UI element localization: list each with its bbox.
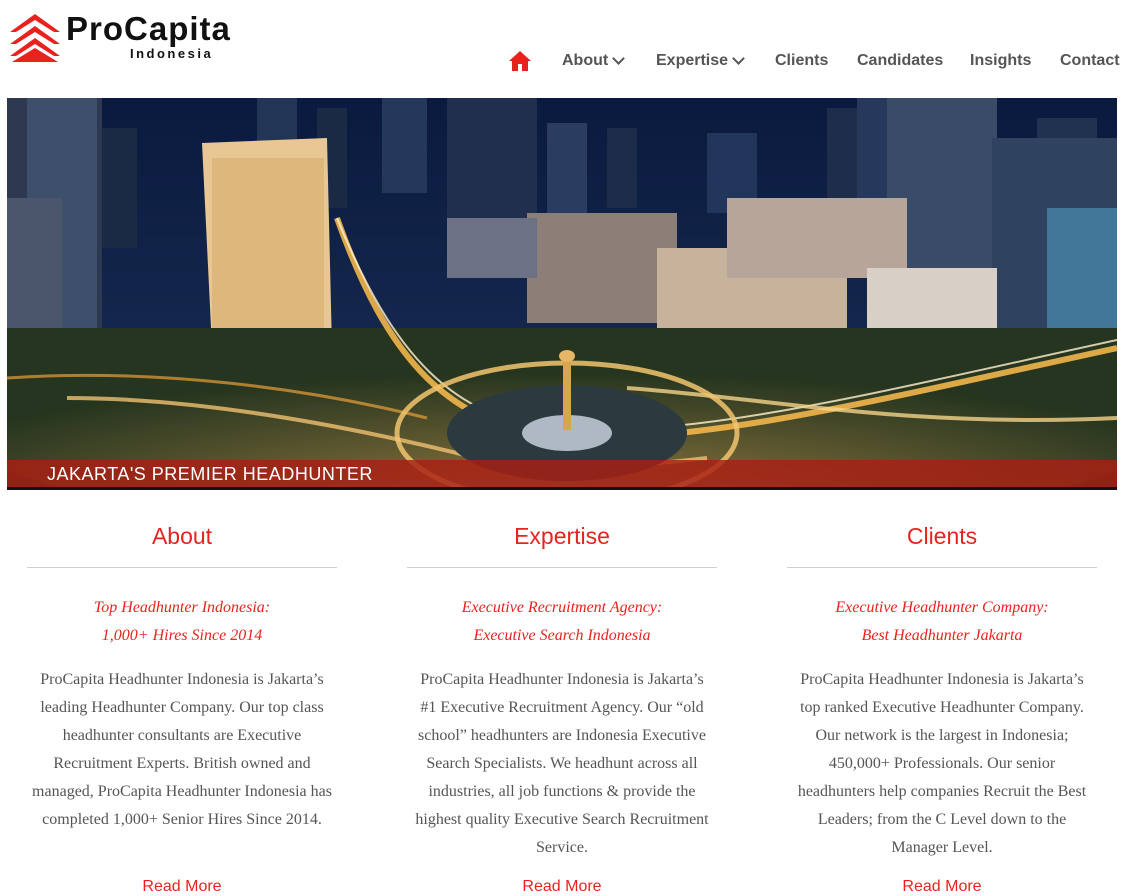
- nav-candidates[interactable]: Candidates: [857, 52, 943, 70]
- chevron-down-icon: [612, 52, 626, 65]
- clients-read-more-link[interactable]: Read More: [787, 878, 1097, 896]
- nav-about[interactable]: About: [562, 52, 626, 70]
- about-title: About: [151, 523, 213, 549]
- expertise-column: Expertise Executive Recruitment Agency: …: [407, 520, 717, 862]
- clients-column: Clients Executive Headhunter Company: Be…: [787, 520, 1097, 862]
- about-read-more-link[interactable]: Read More: [27, 878, 337, 896]
- nav-expertise-label: Expertise: [656, 52, 729, 69]
- expertise-body: ProCapita Headhunter Indonesia is Jakart…: [415, 671, 709, 856]
- chevron-down-icon: [732, 52, 745, 65]
- clients-title: Clients: [906, 523, 978, 549]
- hero-city-image: [7, 98, 1117, 490]
- nav-insights-label: Insights: [970, 52, 1032, 69]
- about-column: About Top Headhunter Indonesia: 1,000+ H…: [27, 520, 337, 834]
- procapita-logo[interactable]: ProCapita Indonesia: [8, 10, 318, 70]
- about-subtitle: Top Headhunter Indonesia: 1,000+ Hires S…: [27, 594, 337, 650]
- clients-subtitle: Executive Headhunter Company: Best Headh…: [787, 594, 1097, 650]
- nav-candidates-label: Candidates: [857, 52, 944, 69]
- clients-body: ProCapita Headhunter Indonesia is Jakart…: [797, 671, 1087, 856]
- about-body: ProCapita Headhunter Indonesia is Jakart…: [32, 671, 332, 828]
- nav-about-label: About: [562, 52, 609, 69]
- expertise-read-more-link[interactable]: Read More: [407, 878, 717, 896]
- expertise-subtitle: Executive Recruitment Agency: Executive …: [407, 594, 717, 650]
- expertise-subtitle-line-1: Executive Recruitment Agency:: [461, 599, 663, 616]
- clients-subtitle-line-1: Executive Headhunter Company:: [835, 599, 1049, 616]
- expertise-title: Expertise: [514, 523, 610, 549]
- nav-clients[interactable]: Clients: [775, 52, 828, 70]
- about-subtitle-line-1: Top Headhunter Indonesia:: [93, 599, 271, 616]
- site-header: ProCapita Indonesia About Expertise Clie…: [0, 0, 1132, 98]
- divider: [407, 567, 717, 568]
- clients-subtitle-line-2: Best Headhunter Jakarta: [861, 627, 1023, 644]
- nav-clients-label: Clients: [775, 52, 829, 69]
- nav-contact-label: Contact: [1060, 52, 1120, 69]
- nav-expertise[interactable]: Expertise: [656, 52, 745, 70]
- about-subtitle-line-2: 1,000+ Hires Since 2014: [101, 627, 263, 644]
- nav-contact[interactable]: Contact: [1060, 52, 1120, 70]
- divider: [27, 567, 337, 568]
- hero-banner: JAKARTA'S PREMIER HEADHUNTER: [7, 98, 1117, 490]
- logo-subtitle: Indonesia: [130, 46, 214, 61]
- hero-caption: JAKARTA'S PREMIER HEADHUNTER: [47, 464, 373, 484]
- hero-divider: [7, 487, 1117, 490]
- divider: [787, 567, 1097, 568]
- home-icon[interactable]: [508, 50, 532, 72]
- logo-wordmark: ProCapita: [66, 10, 231, 47]
- expertise-subtitle-line-2: Executive Search Indonesia: [473, 627, 651, 644]
- nav-insights[interactable]: Insights: [970, 52, 1031, 70]
- logo-chevrons-icon: [10, 14, 60, 62]
